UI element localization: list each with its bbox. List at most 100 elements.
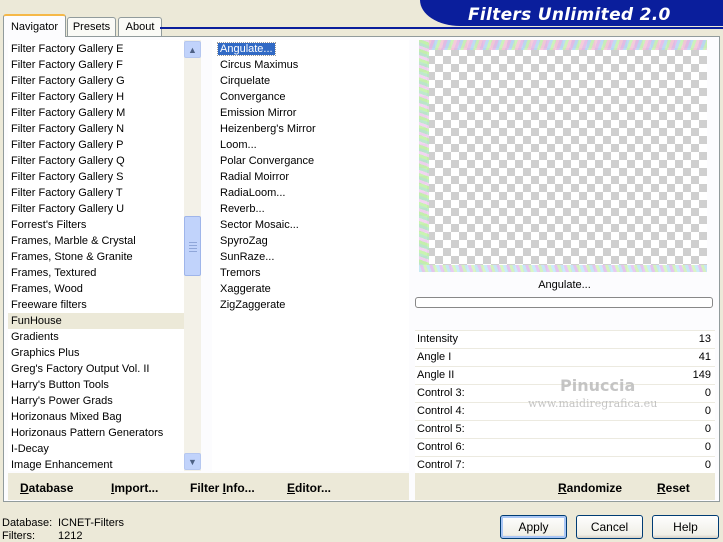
filter-item[interactable]: Radial Moirror <box>217 169 409 185</box>
category-item[interactable]: Filter Factory Gallery P <box>8 137 184 153</box>
app-title: Filters Unlimited 2.0 <box>468 5 671 25</box>
database-accel: D <box>20 481 29 495</box>
filter-item[interactable]: Xaggerate <box>217 281 409 297</box>
preview-edge-bottom <box>419 265 707 272</box>
category-item[interactable]: Filter Factory Gallery T <box>8 185 184 201</box>
category-item[interactable]: Harry's Button Tools <box>8 377 184 393</box>
tab-about[interactable]: About <box>118 17 162 36</box>
control-slider-row[interactable]: Control 7: 0 <box>415 456 715 474</box>
tab-presets[interactable]: Presets <box>67 17 116 36</box>
category-item[interactable]: Image Enhancement <box>8 457 184 471</box>
import-button[interactable]: Import... <box>111 481 158 495</box>
category-item[interactable]: Horizonaus Pattern Generators <box>8 425 184 441</box>
filter-item[interactable]: RadiaLoom... <box>217 185 409 201</box>
filter-item-label: Polar Convergance <box>220 155 315 167</box>
category-item[interactable]: Filter Factory Gallery E <box>8 41 184 57</box>
filter-item[interactable]: Emission Mirror <box>217 105 409 121</box>
filter-item[interactable]: Reverb... <box>217 201 409 217</box>
control-slider-row[interactable]: Intensity 13 <box>415 330 715 348</box>
category-item[interactable]: Graphics Plus <box>8 345 184 361</box>
category-item[interactable]: Filter Factory Gallery G <box>8 73 184 89</box>
filter-info-button[interactable]: Filter Info... <box>190 481 255 495</box>
preview-image <box>419 40 707 272</box>
cancel-button[interactable]: Cancel <box>576 515 643 539</box>
help-button[interactable]: Help <box>652 515 719 539</box>
control-label: Intensity <box>417 333 458 345</box>
control-label: Control 5: <box>417 423 465 435</box>
control-slider-row[interactable]: Control 6: 0 <box>415 438 715 456</box>
control-slider-row[interactable]: Control 5: 0 <box>415 420 715 438</box>
filter-item-label: Convergance <box>220 91 286 103</box>
filter-item-label: Angulate... <box>217 42 276 56</box>
filter-item[interactable]: Sector Mosaic... <box>217 217 409 233</box>
filter-item[interactable]: Cirquelate <box>217 73 409 89</box>
category-item[interactable]: Forrest's Filters <box>8 217 184 233</box>
filter-item-label: Tremors <box>220 267 261 279</box>
randomize-button[interactable]: Randomize <box>558 481 622 495</box>
filter-item[interactable]: SpyroZag <box>217 233 409 249</box>
category-item[interactable]: FunHouse <box>8 313 184 329</box>
editor-button[interactable]: Editor... <box>287 481 331 495</box>
scroll-down-button[interactable]: ▼ <box>184 453 201 470</box>
category-scrollbar[interactable]: ▲ ▼ <box>184 40 201 471</box>
filter-item[interactable]: Polar Convergance <box>217 153 409 169</box>
category-item[interactable]: Gradients <box>8 329 184 345</box>
scroll-up-button[interactable]: ▲ <box>184 41 201 58</box>
filter-list[interactable]: Angulate... Circus Maximus Cirquelate Conve… <box>212 40 409 471</box>
reset-accel: R <box>657 481 666 495</box>
category-item[interactable]: Frames, Textured <box>8 265 184 281</box>
filter-info-pre: Filter <box>190 481 223 495</box>
filter-item[interactable]: Circus Maximus <box>217 57 409 73</box>
category-item[interactable]: Harry's Power Grads <box>8 393 184 409</box>
category-item[interactable]: Filter Factory Gallery F <box>8 57 184 73</box>
category-item[interactable]: Freeware filters <box>8 297 184 313</box>
progress-bar <box>415 297 713 308</box>
category-item[interactable]: Frames, Stone & Granite <box>8 249 184 265</box>
control-label: Control 7: <box>417 459 465 471</box>
filter-item[interactable]: Angulate... <box>217 41 409 57</box>
watermark-name: Pinuccia <box>560 376 636 395</box>
category-item[interactable]: Filter Factory Gallery S <box>8 169 184 185</box>
reset-button[interactable]: Reset <box>657 481 690 495</box>
filter-item[interactable]: Heizenberg's Mirror <box>217 121 409 137</box>
control-slider-row[interactable]: Angle I 41 <box>415 348 715 366</box>
filter-item-label: Radial Moirror <box>220 171 290 183</box>
database-button[interactable]: Database <box>20 481 73 495</box>
category-item[interactable]: Filter Factory Gallery H <box>8 89 184 105</box>
category-item[interactable]: Horizonaus Mixed Bag <box>8 409 184 425</box>
editor-accel: E <box>287 481 296 495</box>
control-value: 0 <box>704 387 711 399</box>
category-item[interactable]: Frames, Wood <box>8 281 184 297</box>
scroll-thumb[interactable] <box>184 216 201 276</box>
filter-info-label: nfo... <box>226 481 255 495</box>
preview-edge-top <box>419 40 707 50</box>
tab-navigator[interactable]: Navigator <box>3 14 66 37</box>
filter-item-label: Circus Maximus <box>220 59 299 71</box>
filters-info-value: 1212 <box>58 530 83 542</box>
filter-item[interactable]: SunRaze... <box>217 249 409 265</box>
control-label: Angle II <box>417 369 455 381</box>
control-label: Angle I <box>417 351 452 363</box>
category-item[interactable]: I-Decay <box>8 441 184 457</box>
filters-info-label: Filters: <box>2 530 35 542</box>
filter-item-label: SpyroZag <box>220 235 268 247</box>
filter-item[interactable]: Tremors <box>217 265 409 281</box>
filter-item-label: RadiaLoom... <box>220 187 286 199</box>
filter-item[interactable]: ZigZaggerate <box>217 297 409 313</box>
category-item[interactable]: Filter Factory Gallery N <box>8 121 184 137</box>
category-list[interactable]: Filter Factory Gallery E Filter Factory G… <box>8 40 184 471</box>
category-item[interactable]: Filter Factory Gallery M <box>8 105 184 121</box>
filter-item-label: Reverb... <box>220 203 265 215</box>
control-value: 149 <box>692 369 711 381</box>
category-item[interactable]: Filter Factory Gallery Q <box>8 153 184 169</box>
control-value: 0 <box>704 459 711 471</box>
control-label: Control 3: <box>417 387 465 399</box>
category-item[interactable]: Greg's Factory Output Vol. II <box>8 361 184 377</box>
database-info-value: ICNET-Filters <box>58 517 124 529</box>
category-item[interactable]: Filter Factory Gallery U <box>8 201 184 217</box>
control-label: Control 6: <box>417 441 465 453</box>
apply-button[interactable]: Apply <box>500 515 567 539</box>
category-item[interactable]: Frames, Marble & Crystal <box>8 233 184 249</box>
filter-item[interactable]: Loom... <box>217 137 409 153</box>
filter-item[interactable]: Convergance <box>217 89 409 105</box>
